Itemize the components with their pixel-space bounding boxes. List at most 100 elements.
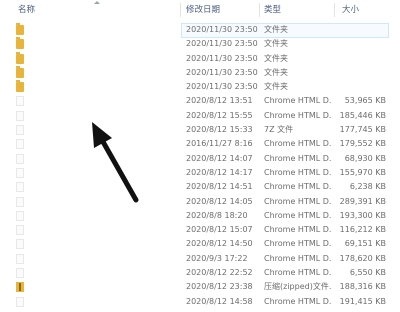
folder-icon — [16, 23, 24, 35]
folder-icon — [16, 37, 24, 50]
file-row[interactable]: 2016/11/27 8:16 Chrome HTML D... 179,552 K… — [0, 137, 400, 151]
file-icon — [16, 253, 24, 264]
modified-date: 2020/11/30 23:50 — [186, 82, 258, 92]
file-icon — [16, 110, 24, 121]
file-size — [336, 80, 386, 94]
file-icon — [16, 96, 24, 107]
modified-date: 2020/11/30 23:50 — [186, 67, 258, 77]
folder-icon — [16, 51, 24, 64]
file-row[interactable]: 2020/8/12 14:17 Chrome HTML D... 155,970 K… — [0, 166, 400, 180]
file-type: Chrome HTML D... — [264, 110, 332, 120]
file-icon — [16, 196, 24, 207]
file-size: 6,550 KB — [349, 268, 386, 278]
file-type: Chrome HTML D... — [264, 167, 332, 177]
file-row[interactable]: 2020/8/12 13:51 Chrome HTML D... 53,965 KB — [0, 94, 400, 108]
modified-date: 2020/8/12 14:05 — [186, 196, 253, 206]
file-size: 68,930 KB — [344, 153, 386, 163]
file-row[interactable]: 2020/8/12 14:05 Chrome HTML D... 289,391 K… — [0, 195, 400, 209]
file-type: Chrome HTML D... — [264, 210, 332, 220]
file-row[interactable]: 2020/11/30 23:50 文件夹 — [0, 51, 400, 66]
file-type: Chrome HTML D... — [264, 153, 332, 163]
file-type: Chrome HTML D... — [264, 182, 332, 192]
file-type: Chrome HTML D... — [264, 225, 332, 235]
file-row[interactable]: 2020/8/12 14:51 Chrome HTML D... 6,238 KB — [0, 180, 400, 194]
file-type: 文件夹 — [264, 25, 288, 34]
sort-ascending-icon — [94, 1, 100, 4]
file-row[interactable]: 2020/9/3 17:22 Chrome HTML D... 178,620 KB — [0, 252, 400, 266]
file-type: 文件夹 — [264, 67, 288, 77]
file-size — [336, 37, 386, 51]
file-row[interactable]: 2020/8/12 15:07 Chrome HTML D... 116,212 K… — [0, 223, 400, 237]
column-header-size[interactable]: 大小 — [342, 0, 359, 20]
file-row[interactable]: 2020/8/12 23:38 压缩(zipped)文件... 188,316 KB — [0, 280, 400, 294]
modified-date: 2020/8/12 15:33 — [186, 125, 253, 135]
modified-date: 2020/8/12 14:07 — [186, 153, 253, 163]
column-header-name[interactable]: 名称 — [18, 0, 35, 20]
file-size: 53,965 KB — [344, 96, 386, 106]
modified-date: 2020/8/12 14:17 — [186, 167, 253, 177]
file-size: 188,316 KB — [339, 282, 386, 292]
file-size — [336, 23, 386, 37]
column-divider[interactable] — [259, 3, 260, 17]
file-row[interactable]: 2020/8/12 14:07 Chrome HTML D... 68,930 KB — [0, 152, 400, 166]
file-row[interactable]: 2020/8/12 14:58 Chrome HTML D... 191,415 K… — [0, 295, 400, 309]
file-icon — [16, 239, 24, 250]
modified-date: 2020/8/12 14:51 — [186, 182, 253, 192]
file-type: Chrome HTML D... — [264, 253, 332, 263]
file-type: 文件夹 — [264, 39, 288, 49]
file-size: 69,151 KB — [344, 239, 386, 249]
column-divider[interactable] — [180, 3, 181, 17]
modified-date: 2020/11/30 23:50 — [186, 53, 258, 63]
file-type: Chrome HTML D... — [264, 239, 332, 249]
file-size: 179,552 KB — [339, 139, 386, 149]
file-size — [336, 52, 386, 66]
column-divider[interactable] — [334, 3, 335, 17]
file-size: 193,300 KB — [339, 210, 386, 220]
modified-date: 2020/8/12 14:50 — [186, 239, 253, 249]
file-type: Chrome HTML D... — [264, 296, 332, 306]
modified-date: 2020/8/12 13:51 — [186, 96, 253, 106]
file-type: 7Z 文件 — [264, 125, 294, 135]
column-header-bar: 名称 修改日期 类型 大小 — [0, 0, 400, 20]
file-size — [336, 66, 386, 80]
column-header-type[interactable]: 类型 — [264, 0, 281, 20]
file-row[interactable]: 2020/11/30 23:50 文件夹 — [0, 37, 400, 51]
file-row[interactable]: 2020/11/30 23:50 文件夹 — [0, 65, 400, 80]
file-row[interactable]: 2020/8/12 15:55 Chrome HTML D... 185,446 K… — [0, 109, 400, 123]
file-icon — [16, 139, 24, 150]
file-size: 6,238 KB — [349, 182, 386, 192]
file-list: 2020/11/30 23:50 文件夹 2020/11/30 23:50 文件夹 20… — [0, 23, 400, 309]
file-icon — [16, 182, 24, 193]
file-size: 185,446 KB — [339, 110, 386, 120]
modified-date: 2020/8/12 22:52 — [186, 268, 253, 278]
file-size: 191,415 KB — [339, 296, 386, 306]
file-icon — [16, 268, 24, 279]
file-size: 116,212 KB — [339, 225, 386, 235]
file-type: 压缩(zipped)文件... — [264, 282, 332, 292]
folder-icon — [16, 65, 24, 78]
file-type: Chrome HTML D... — [264, 268, 332, 278]
file-row[interactable]: 2020/8/12 14:50 Chrome HTML D... 69,151 KB — [0, 237, 400, 251]
modified-date: 2020/8/12 23:38 — [186, 282, 253, 292]
file-size: 178,620 KB — [339, 253, 386, 263]
file-row[interactable]: 2020/8/12 15:33 7Z 文件 177,745 KB — [0, 123, 400, 137]
file-row[interactable]: 2020/8/8 18:20 Chrome HTML D... 193,300 KB — [0, 209, 400, 223]
file-row[interactable]: 2020/11/30 23:50 文件夹 — [0, 23, 400, 38]
modified-date: 2020/8/8 18:20 — [186, 210, 248, 220]
file-type: 文件夹 — [264, 53, 288, 63]
modified-date: 2020/8/12 14:58 — [186, 296, 253, 306]
modified-date: 2020/8/12 15:55 — [186, 110, 253, 120]
file-type: Chrome HTML D... — [264, 196, 332, 206]
modified-date: 2020/11/30 23:50 — [186, 25, 258, 34]
file-row[interactable]: 2020/11/30 23:50 文件夹 — [0, 80, 400, 94]
file-size: 155,970 KB — [339, 167, 386, 177]
file-row[interactable]: 2020/8/12 22:52 Chrome HTML D... 6,550 KB — [0, 266, 400, 280]
file-size: 177,745 KB — [339, 125, 386, 135]
file-icon — [16, 153, 24, 164]
file-size: 289,391 KB — [339, 196, 386, 206]
zip-folder-icon — [16, 282, 24, 293]
column-header-modified[interactable]: 修改日期 — [186, 0, 220, 20]
file-type: Chrome HTML D... — [264, 139, 332, 149]
modified-date: 2020/11/30 23:50 — [186, 39, 258, 49]
file-type: 文件夹 — [264, 82, 288, 92]
